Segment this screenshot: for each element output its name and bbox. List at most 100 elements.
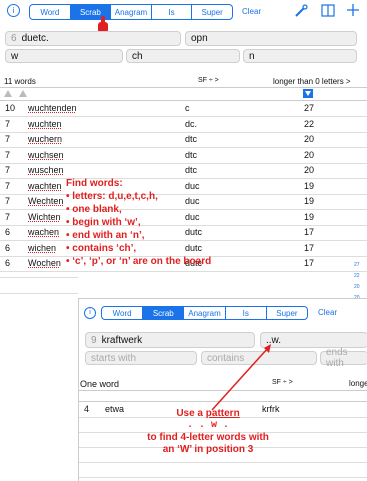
inset-length-filter-button[interactable]: longe (349, 379, 367, 388)
side-number: 27 (354, 262, 360, 268)
row-len: 7 (5, 134, 11, 144)
row-len: 6 (5, 242, 11, 253)
inset-results-count: One word (80, 379, 120, 389)
inset-row-length: 4 (84, 404, 90, 414)
row-word: Wochen (28, 258, 61, 268)
row-word: Wechten (28, 196, 64, 206)
inset-segment-super[interactable]: Super (267, 307, 307, 319)
inset-segment-scrab[interactable]: Scrab (143, 307, 185, 319)
row-letters: dtc (185, 134, 198, 144)
row-score: 22 (304, 118, 315, 129)
row-word: wuchern (28, 134, 63, 144)
sort-asc-icon[interactable] (4, 90, 12, 97)
row-word: wuschen (28, 165, 64, 175)
board-value: opn (191, 33, 208, 44)
side-number: 20 (354, 284, 360, 290)
segment-is[interactable]: Is (152, 5, 193, 19)
row-len: 7 (5, 196, 11, 206)
pattern-callout-line2: . . w . (186, 420, 229, 431)
row-word: wuchten (28, 118, 62, 129)
callout-arrow (211, 344, 271, 411)
column-header-bar (0, 87, 367, 101)
clear-button[interactable]: Clear (242, 7, 261, 16)
results-count: 11 words (4, 77, 36, 86)
callout-line: • contains ‘ch’, (66, 243, 137, 254)
row-len: 7 (5, 165, 11, 175)
sort-button[interactable]: SF ÷ > (198, 77, 219, 84)
feature-callout: Find words: • letters: d,u,e,t,c,h, • on… (66, 177, 211, 268)
tools-icon[interactable] (294, 4, 308, 23)
row-word: Wichten (28, 211, 61, 222)
row-score: 17 (304, 242, 315, 253)
row-score: 17 (304, 258, 315, 268)
row-word: wuchtenden (28, 103, 77, 113)
callout-line: • letters: d,u,e,t,c,h, (66, 191, 158, 202)
info-icon[interactable]: i (7, 4, 20, 17)
row-letters: dc. (185, 118, 198, 129)
pattern-callout: Use a pattern . . w . to find 4-letter w… (118, 408, 298, 456)
row-score: 19 (304, 180, 315, 191)
row-score: 20 (304, 149, 315, 160)
sort-asc-icon[interactable] (19, 90, 27, 97)
callout-line: • one blank, (66, 204, 122, 215)
contains-field[interactable]: ch (126, 49, 240, 63)
row-letters: dtc (185, 149, 198, 160)
row-word: wachen (28, 227, 60, 237)
row-word: wuchsen (28, 149, 64, 160)
segment-super[interactable]: Super (192, 5, 232, 19)
letters-value: duetc. (21, 33, 49, 44)
table-row[interactable]: 7 wuchten dc. 22 (0, 117, 367, 133)
row-letters: dtc (185, 165, 198, 175)
book-icon[interactable] (321, 4, 335, 22)
mode-segmented-control[interactable]: Word Scrab Anagram Is Super (29, 4, 233, 20)
callout-line: • ‘c’, ‘p’, or ‘n’ are on the board (66, 256, 212, 267)
ends-with-value: n (249, 50, 255, 62)
inset-letters-count: 9 (91, 334, 97, 346)
table-row[interactable]: 7 wuchern dtc 20 (0, 132, 367, 148)
row-score: 17 (304, 227, 315, 237)
row-len: 7 (5, 211, 11, 222)
inset-ends-with-field[interactable]: ends with (320, 347, 367, 369)
contains-value: ch (132, 50, 143, 62)
inset-divider (79, 477, 367, 478)
segment-anagram[interactable]: Anagram (111, 5, 152, 19)
inset-segment-is[interactable]: Is (226, 307, 267, 319)
inset-mode-segmented-control[interactable]: Word Scrab Anagram Is Super (101, 306, 308, 320)
row-len: 7 (5, 180, 11, 191)
starts-with-field[interactable]: w (5, 49, 123, 63)
callout-line: • begin with ‘w’, (66, 217, 141, 228)
row-score: 19 (304, 196, 315, 206)
inset-letters-value: kraftwerk (101, 334, 143, 346)
row-score: 19 (304, 211, 315, 222)
inset-starts-with-field[interactable]: starts with (85, 351, 197, 365)
length-filter-button[interactable]: longer than 0 letters > (273, 77, 351, 86)
callout-line: • end with an ‘n’, (66, 230, 145, 241)
inset-ends-with-placeholder: ends with (326, 347, 348, 369)
row-len: 6 (5, 227, 11, 237)
inset-starts-with-placeholder: starts with (91, 352, 137, 364)
starts-with-value: w (11, 50, 19, 62)
row-score: 20 (304, 165, 315, 175)
letters-field[interactable]: 6 duetc. (5, 31, 181, 46)
table-row[interactable]: 7 wuchsen dtc 20 (0, 148, 367, 164)
letters-count: 6 (11, 33, 17, 44)
pattern-callout-line4: an ‘W’ in position 3 (162, 444, 254, 455)
row-divider (0, 292, 78, 294)
sort-desc-icon[interactable] (303, 89, 313, 98)
segment-word[interactable]: Word (30, 5, 71, 19)
row-score: 20 (304, 134, 315, 144)
row-len: 10 (5, 103, 16, 113)
plus-icon[interactable] (346, 3, 360, 22)
inset-info-icon[interactable]: i (84, 307, 96, 319)
table-row[interactable]: 10 wuchtenden c 27 (0, 101, 367, 117)
inset-segment-anagram[interactable]: Anagram (184, 307, 226, 319)
inset-clear-button[interactable]: Clear (318, 308, 337, 317)
row-word: wichen (28, 242, 57, 253)
inset-segment-word[interactable]: Word (102, 307, 144, 319)
side-number: 22 (354, 273, 360, 279)
board-field[interactable]: opn (185, 31, 357, 46)
inset-divider (79, 462, 367, 463)
ends-with-field[interactable]: n (243, 49, 357, 63)
row-score: 27 (304, 103, 315, 113)
row-word: wachten (28, 180, 62, 191)
